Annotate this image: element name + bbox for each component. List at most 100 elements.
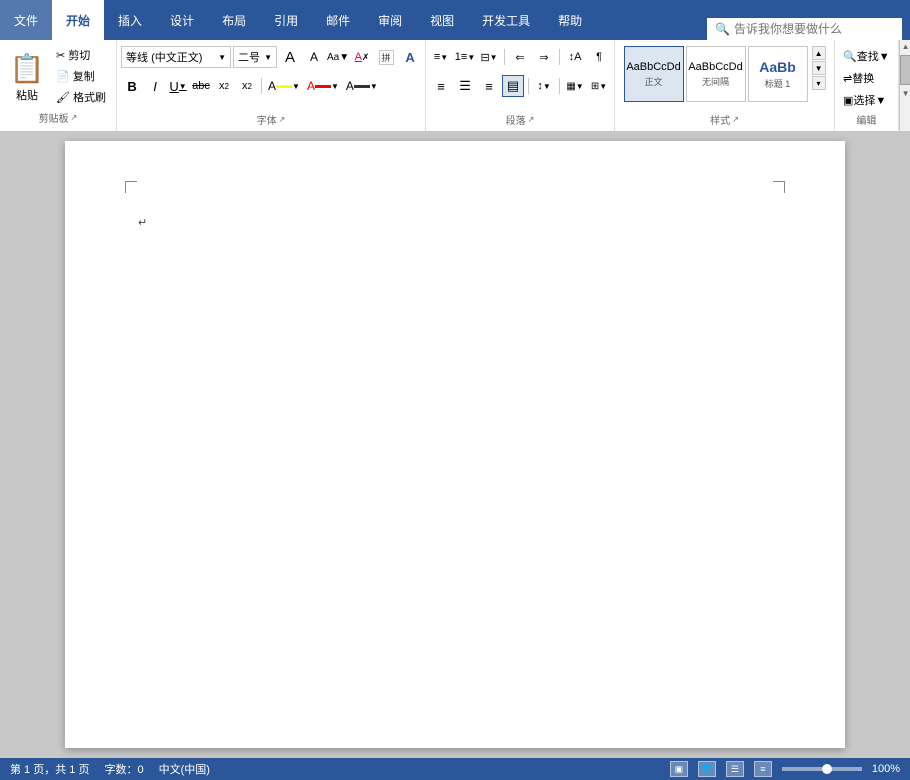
tab-home[interactable]: 开始 — [52, 0, 104, 40]
align-center-button[interactable]: ☰ — [454, 75, 476, 97]
align-left-button[interactable]: ≡ — [430, 75, 452, 97]
strikethrough-button[interactable]: abc — [190, 75, 212, 97]
style-gallery: AaBbCcDd 正文 AaBbCcDd 无间隔 AaBb 标题 1 — [624, 46, 808, 102]
para-row2: ≡ ☰ ≡ ▤ ↕▼ ▦▼ ⊞▼ — [430, 73, 610, 99]
show-marks-button[interactable]: ¶ — [588, 46, 610, 68]
font-family-selector[interactable]: 等线 (中文正文) ▼ — [121, 46, 231, 68]
clear-format-button[interactable]: A ✗ — [351, 46, 373, 68]
font-size-selector[interactable]: 二号 ▼ — [233, 46, 277, 68]
format-painter-button[interactable]: 🖌 格式刷 — [52, 87, 110, 107]
styles-group: AaBbCcDd 正文 AaBbCcDd 无间隔 AaBb 标题 1 — [615, 40, 835, 131]
increase-indent-button[interactable]: ⇒ — [533, 46, 555, 68]
text-color-button[interactable]: A ▼ — [343, 75, 381, 97]
align-right-button[interactable]: ≡ — [478, 75, 500, 97]
decrease-indent-button[interactable]: ⇐ — [509, 46, 531, 68]
view-draft-button[interactable]: ≡ — [754, 761, 772, 777]
search-box[interactable]: 🔍 — [707, 18, 902, 40]
style-heading1[interactable]: AaBb 标题 1 — [748, 46, 808, 102]
tab-file[interactable]: 文件 — [0, 0, 52, 40]
sort-button[interactable]: ↕A — [564, 46, 586, 68]
subscript-button[interactable]: x2 — [213, 75, 235, 97]
tab-insert[interactable]: 插入 — [104, 0, 156, 40]
borders-button[interactable]: ⊞▼ — [588, 75, 610, 97]
font-expand-icon[interactable]: ↗ — [279, 115, 286, 124]
style-more[interactable]: ▾ — [812, 76, 826, 90]
tab-developer[interactable]: 开发工具 — [468, 0, 544, 40]
clipboard-group-label: 剪贴板 ↗ — [39, 108, 78, 127]
underline-button[interactable]: U▼ — [167, 75, 189, 97]
style-scroll: ▲ ▼ ▾ — [812, 46, 826, 90]
font-family-dropdown-icon: ▼ — [218, 53, 226, 62]
search-input[interactable] — [734, 22, 894, 36]
paragraph-group: ≡▼ 1≡▼ ⊟▼ ⇐ ⇒ ↕A ¶ ≡ ☰ ≡ — [426, 40, 615, 131]
ribbon-tabs: 文件 开始 插入 设计 布局 引用 邮件 审阅 视图 开发工具 帮助 🔍 — [0, 0, 910, 40]
increase-font-button[interactable]: A — [279, 46, 301, 68]
tab-layout[interactable]: 布局 — [208, 0, 260, 40]
text-effect-icon: A — [405, 50, 414, 65]
tab-design[interactable]: 设计 — [156, 0, 208, 40]
styles-expand-icon[interactable]: ↗ — [732, 115, 739, 124]
page-corner-top-right — [773, 181, 785, 193]
replace-icon: ⇌ — [843, 72, 852, 85]
format-painter-icon: 🖌 — [56, 91, 70, 104]
italic-button[interactable]: I — [144, 75, 166, 97]
para-expand-icon[interactable]: ↗ — [528, 115, 535, 124]
status-right: ▣ 🌐 ☰ ≡ 100% — [670, 761, 900, 777]
zoom-level: 100% — [872, 763, 900, 775]
cut-button[interactable]: ✂ 剪切 — [52, 45, 110, 65]
bold-button[interactable]: B — [121, 75, 143, 97]
ribbon-scroll-down[interactable]: ▼ — [900, 87, 910, 100]
highlight-color-indicator — [276, 85, 292, 88]
separator1 — [261, 78, 262, 94]
view-print-button[interactable]: ▣ — [670, 761, 688, 777]
shading-button[interactable]: ▦▼ — [564, 75, 586, 97]
font-case-button[interactable]: Aa▼ — [327, 46, 349, 68]
superscript-button[interactable]: x2 — [236, 75, 258, 97]
yun-button[interactable]: 拼 — [375, 46, 397, 68]
select-button[interactable]: ▣选择▼ — [839, 90, 890, 110]
tab-help[interactable]: 帮助 — [544, 0, 596, 40]
style-no-spacing-preview: AaBbCcDd — [688, 61, 742, 73]
view-outline-button[interactable]: ☰ — [726, 761, 744, 777]
ribbon-scrollbar[interactable]: ▲ ▼ — [899, 40, 910, 131]
ribbon-scroll-up[interactable]: ▲ — [900, 40, 910, 53]
paste-button[interactable]: 📋 粘贴 — [6, 46, 48, 106]
text-color-icon: A — [346, 79, 354, 93]
text-highlight-button[interactable]: A ▼ — [265, 75, 303, 97]
main-area: ↵ — [0, 131, 910, 758]
ribbon-scroll-thumb[interactable] — [900, 55, 910, 85]
cut-icon: ✂ — [56, 49, 65, 62]
decrease-font-button[interactable]: A — [303, 46, 325, 68]
zoom-thumb[interactable] — [822, 764, 832, 774]
tab-view[interactable]: 视图 — [416, 0, 468, 40]
font-group: 等线 (中文正文) ▼ 二号 ▼ A A Aa▼ A ✗ — [117, 40, 426, 131]
replace-button[interactable]: ⇌替换 — [839, 68, 878, 88]
tab-references[interactable]: 引用 — [260, 0, 312, 40]
tab-mailings[interactable]: 邮件 — [312, 0, 364, 40]
word-count: 字数：0 — [104, 761, 143, 777]
bullet-list-button[interactable]: ≡▼ — [430, 46, 452, 68]
ribbon-main: 📋 粘贴 ✂ 剪切 📄 复制 🖌 格式刷 — [0, 40, 899, 131]
document-page[interactable]: ↵ — [65, 141, 845, 748]
style-normal[interactable]: AaBbCcDd 正文 — [624, 46, 684, 102]
tab-review[interactable]: 审阅 — [364, 0, 416, 40]
justify-button[interactable]: ▤ — [502, 75, 524, 97]
multilevel-list-button[interactable]: ⊟▼ — [478, 46, 500, 68]
para-row1: ≡▼ 1≡▼ ⊟▼ ⇐ ⇒ ↕A ¶ — [430, 44, 610, 70]
numbered-list-button[interactable]: 1≡▼ — [454, 46, 476, 68]
clear-format-icon: A — [355, 51, 362, 63]
clipboard-expand-icon[interactable]: ↗ — [71, 113, 78, 122]
highlight-dropdown-icon: ▼ — [292, 82, 300, 91]
styles-group-label: 样式 ↗ — [710, 110, 739, 129]
style-no-spacing[interactable]: AaBbCcDd 无间隔 — [686, 46, 746, 102]
text-effect-button[interactable]: A — [399, 46, 421, 68]
line-spacing-button[interactable]: ↕▼ — [533, 75, 555, 97]
copy-button[interactable]: 📄 复制 — [52, 66, 110, 86]
style-scroll-up[interactable]: ▲ — [812, 46, 826, 60]
view-web-button[interactable]: 🌐 — [698, 761, 716, 777]
find-button[interactable]: 🔍查找▼ — [839, 46, 894, 66]
zoom-slider[interactable] — [782, 767, 862, 771]
style-scroll-down[interactable]: ▼ — [812, 61, 826, 75]
separator5 — [559, 78, 560, 94]
font-color-button[interactable]: A ▼ — [304, 75, 342, 97]
